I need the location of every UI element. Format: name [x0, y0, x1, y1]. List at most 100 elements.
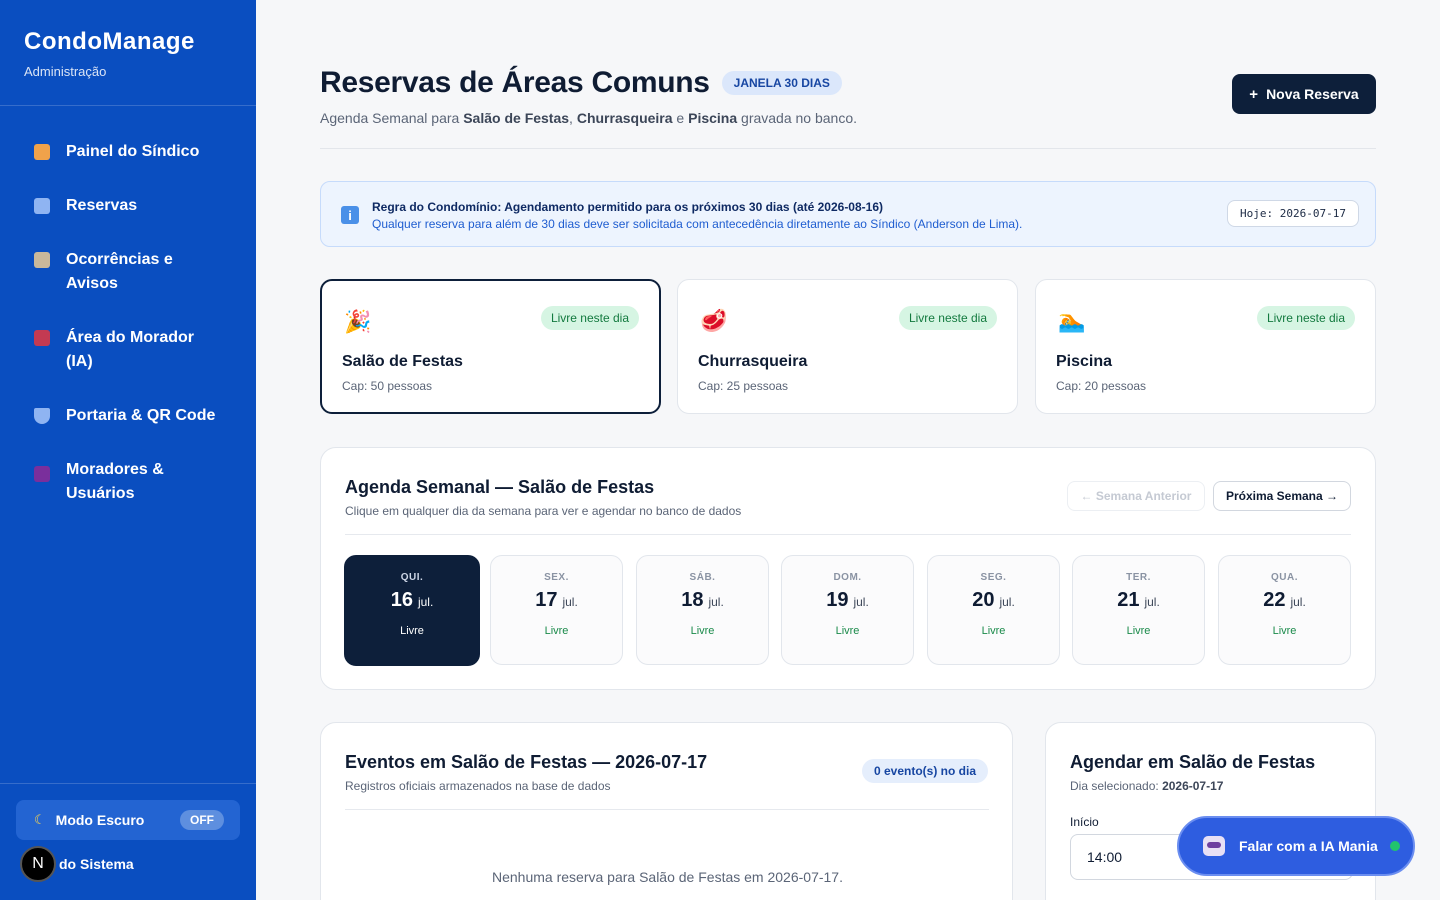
- today-date: Hoje: 2026-07-17: [1227, 200, 1359, 227]
- events-panel: Eventos em Salão de Festas — 2026-07-17 …: [320, 722, 1013, 900]
- sidebar-footer: ☾ Modo Escuro OFF N do Sistema: [0, 783, 256, 900]
- app-name: CondoManage: [24, 28, 195, 55]
- system-label: do Sistema: [59, 856, 134, 872]
- calendar-icon: [34, 198, 50, 214]
- next-week-button[interactable]: Próxima Semana →: [1213, 481, 1351, 511]
- day-number: 22: [1263, 589, 1286, 611]
- dark-mode-toggle[interactable]: ☾ Modo Escuro OFF: [16, 800, 240, 840]
- ia-chat-button[interactable]: Falar com a IA Mania: [1177, 816, 1415, 876]
- area-capacity: Cap: 25 pessoas: [698, 379, 789, 393]
- sidebar-item-moradores[interactable]: Moradores & Usuários: [0, 458, 256, 506]
- start-label: Início: [1070, 815, 1099, 829]
- day-status: Livre: [1272, 625, 1297, 637]
- subtitle-area-3: Piscina: [688, 110, 738, 126]
- day-weekday: TER.: [1126, 572, 1151, 583]
- bar-chart-icon: [34, 144, 50, 160]
- status-badge: Livre neste dia: [898, 306, 997, 330]
- divider: [320, 148, 1376, 149]
- system-user[interactable]: N do Sistema: [20, 846, 134, 882]
- area-card-churrasqueira[interactable]: 🥩 Livre neste dia Churrasqueira Cap: 25 …: [677, 279, 1018, 414]
- area-capacity: Cap: 50 pessoas: [342, 379, 433, 393]
- day-number: 20: [972, 589, 995, 611]
- subtitle-prefix: Agenda Semanal para: [320, 110, 464, 126]
- weekly-agenda: Agenda Semanal — Salão de Festas Clique …: [320, 447, 1376, 690]
- rule-notice: i Regra do Condomínio: Agendamento permi…: [320, 181, 1376, 247]
- sidebar-item-reservas[interactable]: Reservas: [0, 194, 256, 218]
- building-icon: [34, 330, 50, 346]
- moon-icon: ☾: [34, 812, 46, 827]
- rule-title: Regra do Condomínio: Agendamento permiti…: [372, 200, 883, 214]
- day-card[interactable]: QUI. 16 jul. Livre: [344, 555, 480, 666]
- sidebar-item-ocorrencias[interactable]: Ocorrências e Avisos: [0, 248, 256, 296]
- meat-icon: 🥩: [700, 308, 728, 333]
- swimmer-icon: 🏊: [1058, 308, 1086, 333]
- shield-icon: [34, 408, 50, 424]
- day-number: 17: [535, 589, 558, 611]
- rule-text: Qualquer reserva para além de 30 dias de…: [372, 217, 1023, 231]
- sidebar-item-portaria[interactable]: Portaria & QR Code: [0, 404, 256, 428]
- day-weekday: SÁB.: [689, 572, 716, 583]
- subtitle-area-1: Salão de Festas: [463, 110, 570, 126]
- selected-day-label: Dia selecionado:: [1070, 779, 1163, 793]
- dark-mode-state: OFF: [180, 810, 224, 830]
- day-status: Livre: [981, 625, 1006, 637]
- avatar: N: [20, 846, 56, 882]
- day-status: Livre: [544, 625, 569, 637]
- robot-icon: [1203, 836, 1225, 856]
- day-card[interactable]: SEG. 20 jul. Livre: [927, 555, 1060, 665]
- day-card[interactable]: SÁB. 18 jul. Livre: [636, 555, 769, 665]
- day-number: 21: [1117, 589, 1140, 611]
- sidebar: CondoManage Administração Painel do Sínd…: [0, 0, 256, 900]
- dark-mode-label: Modo Escuro: [55, 812, 145, 828]
- day-status: Livre: [835, 625, 860, 637]
- page-header: Reservas de Áreas Comuns JANELA 30 DIAS …: [320, 66, 1376, 126]
- day-status: Livre: [1126, 625, 1151, 637]
- online-status-icon: [1389, 841, 1400, 851]
- sidebar-item-label: Portaria & QR Code: [66, 407, 216, 424]
- day-month: jul.: [708, 595, 724, 609]
- divider: [345, 534, 1351, 535]
- sidebar-item-label: Reservas: [66, 197, 138, 214]
- empty-message: Nenhuma reserva para Salão de Festas em …: [492, 869, 843, 885]
- status-badge: Livre neste dia: [1256, 306, 1355, 330]
- previous-week-button[interactable]: ← Semana Anterior: [1067, 481, 1205, 511]
- day-weekday: QUI.: [400, 572, 424, 583]
- info-icon: i: [341, 206, 359, 224]
- clipboard-icon: [34, 252, 50, 268]
- day-card[interactable]: TER. 21 jul. Livre: [1072, 555, 1205, 665]
- day-weekday: SEX.: [544, 572, 569, 583]
- day-month: jul.: [853, 595, 869, 609]
- sidebar-item-label: Painel do Síndico: [66, 143, 200, 160]
- subtitle-sep: e: [672, 110, 689, 126]
- agenda-title: Agenda Semanal — Salão de Festas: [345, 477, 655, 497]
- divider: [345, 809, 989, 810]
- day-status: Livre: [690, 625, 715, 637]
- day-month: jul.: [1290, 595, 1306, 609]
- new-reservation-button[interactable]: + Nova Reserva: [1232, 74, 1376, 114]
- subtitle-suffix: gravada no banco.: [737, 110, 858, 126]
- day-weekday: QUA.: [1271, 572, 1298, 583]
- brand: CondoManage Administração: [0, 0, 256, 106]
- selected-day-value: 2026-07-17: [1162, 779, 1224, 793]
- subtitle-sep: ,: [569, 110, 577, 126]
- sidebar-item-label: Moradores & Usuários: [66, 461, 164, 502]
- page-subtitle: Agenda Semanal para Salão de Festas, Chu…: [320, 110, 1376, 126]
- sidebar-item-painel[interactable]: Painel do Síndico: [0, 140, 256, 164]
- day-card[interactable]: SEX. 17 jul. Livre: [490, 555, 623, 665]
- area-card-salao[interactable]: 🎉 Livre neste dia Salão de Festas Cap: 5…: [320, 279, 661, 414]
- day-number: 18: [681, 589, 704, 611]
- area-card-piscina[interactable]: 🏊 Livre neste dia Piscina Cap: 20 pessoa…: [1035, 279, 1376, 414]
- subtitle-area-2: Churrasqueira: [576, 110, 673, 126]
- selected-day: Dia selecionado: 2026-07-17: [1070, 779, 1223, 793]
- schedule-title: Agendar em Salão de Festas: [1070, 752, 1316, 772]
- area-capacity: Cap: 20 pessoas: [1056, 379, 1147, 393]
- day-card[interactable]: QUA. 22 jul. Livre: [1218, 555, 1351, 665]
- status-badge: Livre neste dia: [540, 306, 639, 330]
- area-name: Salão de Festas: [342, 353, 463, 370]
- day-number: 19: [826, 589, 849, 611]
- sidebar-item-area-morador[interactable]: Área do Morador (IA): [0, 326, 256, 374]
- day-card[interactable]: DOM. 19 jul. Livre: [781, 555, 914, 665]
- events-title: Eventos em Salão de Festas — 2026-07-17: [345, 752, 708, 772]
- sidebar-item-label: Área do Morador (IA): [66, 329, 195, 370]
- new-reservation-label: Nova Reserva: [1266, 86, 1359, 102]
